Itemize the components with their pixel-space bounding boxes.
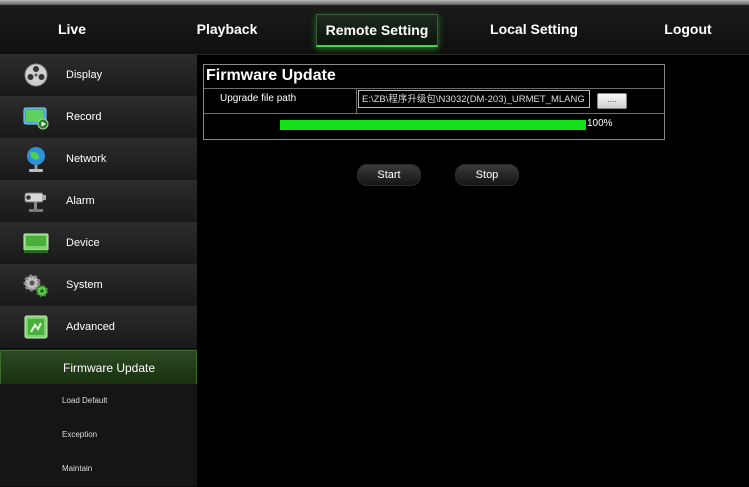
sidebar-item-system[interactable]: System [0,264,197,307]
sidebar-item-display[interactable]: Display [0,54,197,97]
sidebar-subitem-load-default[interactable]: Load Default [0,384,197,419]
tab-remote-setting[interactable]: Remote Setting [316,14,438,47]
sidebar-subitem-exception[interactable]: Exception [0,418,197,453]
tab-logout[interactable]: Logout [656,14,720,44]
divider [204,88,664,89]
sidebar-subitem-label: Maintain [62,464,93,473]
sidebar-item-label: Record [66,111,102,123]
upgrade-path-label: Upgrade file path [220,93,297,104]
sidebar-subitem-label: Firmware Update [63,361,156,375]
browse-button[interactable]: .... [597,93,627,109]
sidebar-subitem-label: Exception [62,430,98,439]
sidebar-item-label: Alarm [66,195,95,207]
stop-button[interactable]: Stop [455,164,519,186]
top-navigation-bar: Live Playback Remote Setting Local Setti… [0,0,749,55]
tab-playback[interactable]: Playback [192,14,262,44]
upgrade-file-path-input[interactable]: E:\ZB\程序升级包\N3032(DM-203)_URMET_MLANG [358,90,590,108]
start-button[interactable]: Start [357,164,421,186]
globe-network-icon [22,145,50,173]
divider [204,113,664,114]
sidebar-item-advanced[interactable]: Advanced [0,306,197,349]
sidebar-item-device[interactable]: Device [0,222,197,265]
record-monitor-icon [22,103,50,131]
progress-percent: 100% [587,118,613,129]
gears-icon [22,271,50,299]
sidebar-subitem-firmware-update[interactable]: Firmware Update [0,350,197,386]
cctv-camera-icon [22,187,50,215]
sidebar-item-label: Device [66,237,100,249]
sidebar-item-label: System [66,279,103,291]
sidebar-item-label: Network [66,153,107,165]
progress-fill [280,120,586,130]
divider [356,89,357,113]
sidebar-subitem-maintain[interactable]: Maintain [0,452,197,487]
upgrade-progress-bar [280,120,586,130]
firmware-update-panel: Firmware Update Upgrade file path E:\ZB\… [203,64,665,140]
top-accent-line [0,0,749,5]
tab-local-setting[interactable]: Local Setting [484,14,584,44]
sidebar-subitem-label: Load Default [62,396,108,405]
panel-title: Firmware Update [206,67,336,84]
hard-drive-icon [22,229,50,257]
sidebar-item-alarm[interactable]: Alarm [0,180,197,223]
sidebar-item-label: Advanced [66,321,115,333]
sidebar-item-record[interactable]: Record [0,96,197,139]
sidebar-item-label: Display [66,69,103,81]
film-reel-icon [22,61,50,89]
sidebar: Display Record Network Alarm Device Syst… [0,54,197,487]
sidebar-item-network[interactable]: Network [0,138,197,181]
advanced-settings-icon [22,313,50,341]
tab-live[interactable]: Live [40,14,104,44]
